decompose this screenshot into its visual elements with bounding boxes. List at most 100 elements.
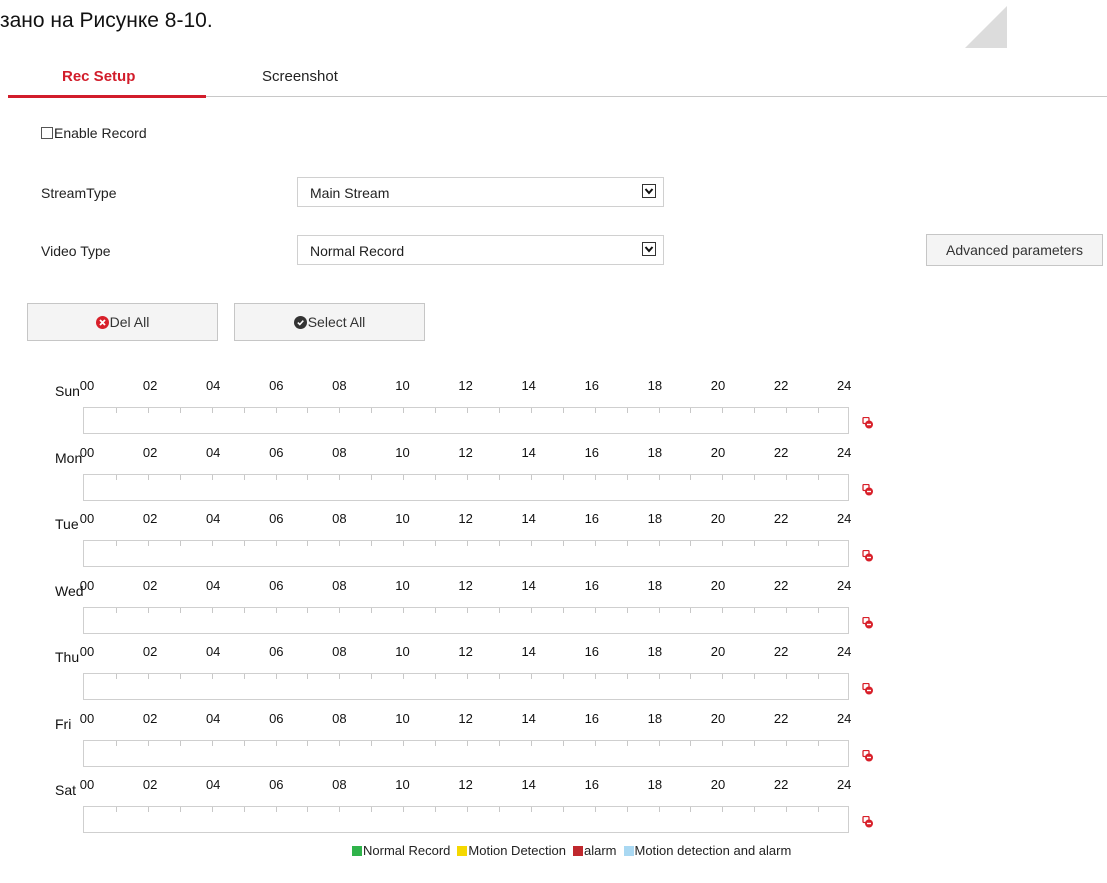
hour-label: 22 xyxy=(773,378,789,393)
enable-record-checkbox[interactable] xyxy=(41,127,53,139)
timeline-thu[interactable] xyxy=(83,673,849,700)
hour-tick xyxy=(435,607,437,613)
hour-tick xyxy=(818,408,820,413)
hour-label: 10 xyxy=(395,577,410,593)
hour-tick xyxy=(275,408,277,413)
hour-tick xyxy=(530,474,532,480)
hour-tick xyxy=(147,807,149,812)
legend-item: alarm xyxy=(572,843,617,858)
hour-tick xyxy=(530,408,532,413)
hour-label: 10 xyxy=(395,511,410,526)
hour-tick xyxy=(690,607,692,613)
hour-tick xyxy=(339,674,341,679)
hour-tick xyxy=(594,607,596,613)
clear-schedule-icon[interactable] xyxy=(862,815,874,828)
hour-tick xyxy=(786,474,788,480)
hour-label: 24 xyxy=(836,444,852,460)
x-circle-icon xyxy=(95,315,109,329)
video-type-select[interactable]: Normal Record xyxy=(297,235,664,265)
hour-tick xyxy=(275,807,277,812)
hour-tick xyxy=(658,807,660,812)
hour-label: 22 xyxy=(773,511,789,526)
timeline-sat[interactable] xyxy=(83,806,849,833)
hour-tick xyxy=(275,740,277,746)
timeline-fri[interactable] xyxy=(83,739,849,767)
hour-tick xyxy=(435,807,437,812)
hour-label: 10 xyxy=(395,378,410,393)
hour-tick xyxy=(594,408,596,413)
legend-label: Motion Detection xyxy=(468,843,566,858)
hour-label: 12 xyxy=(458,511,473,526)
clear-schedule-icon[interactable] xyxy=(862,682,874,695)
clear-schedule-icon[interactable] xyxy=(862,549,874,562)
corner-decoration xyxy=(965,6,1007,48)
hour-tick xyxy=(243,807,245,812)
tab-screenshot[interactable]: Screenshot xyxy=(262,68,338,85)
hour-tick xyxy=(179,607,181,613)
hour-label: 04 xyxy=(205,644,221,659)
hour-label: 10 xyxy=(395,644,410,659)
hour-label: 04 xyxy=(205,577,221,593)
clear-schedule-icon[interactable] xyxy=(862,483,874,495)
timeline-wed[interactable] xyxy=(83,606,849,634)
hour-label: 16 xyxy=(584,511,600,526)
chevron-down-icon[interactable] xyxy=(642,242,656,256)
hour-label: 22 xyxy=(773,777,789,792)
hour-tick xyxy=(115,541,117,546)
timeline-tue[interactable] xyxy=(83,540,849,567)
hour-tick xyxy=(243,607,245,613)
hour-tick xyxy=(626,541,628,546)
hour-label: 18 xyxy=(647,710,663,726)
hour-label: 18 xyxy=(647,777,663,792)
hour-tick xyxy=(530,740,532,746)
hour-label: 00 xyxy=(79,444,95,460)
hour-tick xyxy=(690,740,692,746)
timeline-sun[interactable] xyxy=(83,407,849,434)
select-all-button[interactable]: Select All xyxy=(234,303,425,341)
hour-tick xyxy=(690,674,692,679)
hour-tick xyxy=(818,674,820,679)
hour-label: 08 xyxy=(332,577,347,593)
hour-tick xyxy=(690,541,692,546)
hour-tick xyxy=(594,807,596,812)
hour-tick xyxy=(530,607,532,613)
hour-tick xyxy=(754,474,756,480)
hour-label: 20 xyxy=(710,511,726,526)
hour-tick xyxy=(371,474,373,480)
hour-tick xyxy=(403,408,405,413)
chevron-down-icon[interactable] xyxy=(642,184,656,198)
hour-tick xyxy=(467,474,468,480)
clear-schedule-icon[interactable] xyxy=(862,416,874,429)
hour-tick xyxy=(275,607,277,613)
hour-tick xyxy=(339,607,341,613)
hour-label: 22 xyxy=(773,644,789,659)
hour-label: 02 xyxy=(142,710,158,726)
hour-tick xyxy=(467,607,468,613)
hour-tick xyxy=(307,807,309,812)
hour-tick xyxy=(275,541,277,546)
hour-tick xyxy=(243,541,245,546)
hour-label: 00 xyxy=(79,511,95,526)
tab-rec-setup[interactable]: Rec Setup xyxy=(62,68,135,85)
hour-tick xyxy=(658,541,660,546)
stream-type-select[interactable]: Main Stream xyxy=(297,177,664,207)
hour-label: 08 xyxy=(332,644,347,659)
hour-tick xyxy=(211,474,213,480)
advanced-parameters-button[interactable]: Advanced parameters xyxy=(926,234,1103,266)
hour-label: 04 xyxy=(205,511,221,526)
enable-record-row[interactable]: Enable Record xyxy=(41,125,147,141)
timeline-mon[interactable] xyxy=(83,473,849,501)
hour-tick xyxy=(626,740,628,746)
clear-schedule-icon[interactable] xyxy=(862,749,874,761)
legend-swatch xyxy=(572,845,583,856)
hour-tick xyxy=(403,807,405,812)
hour-tick xyxy=(467,408,468,413)
hour-tick xyxy=(562,740,564,746)
hour-label: 16 xyxy=(584,378,600,393)
clear-schedule-icon[interactable] xyxy=(862,616,874,628)
del-all-button[interactable]: Del All xyxy=(27,303,218,341)
hour-tick xyxy=(722,674,724,679)
hour-label: 04 xyxy=(205,710,221,726)
hour-label: 06 xyxy=(269,644,284,659)
hour-label: 14 xyxy=(521,577,536,593)
